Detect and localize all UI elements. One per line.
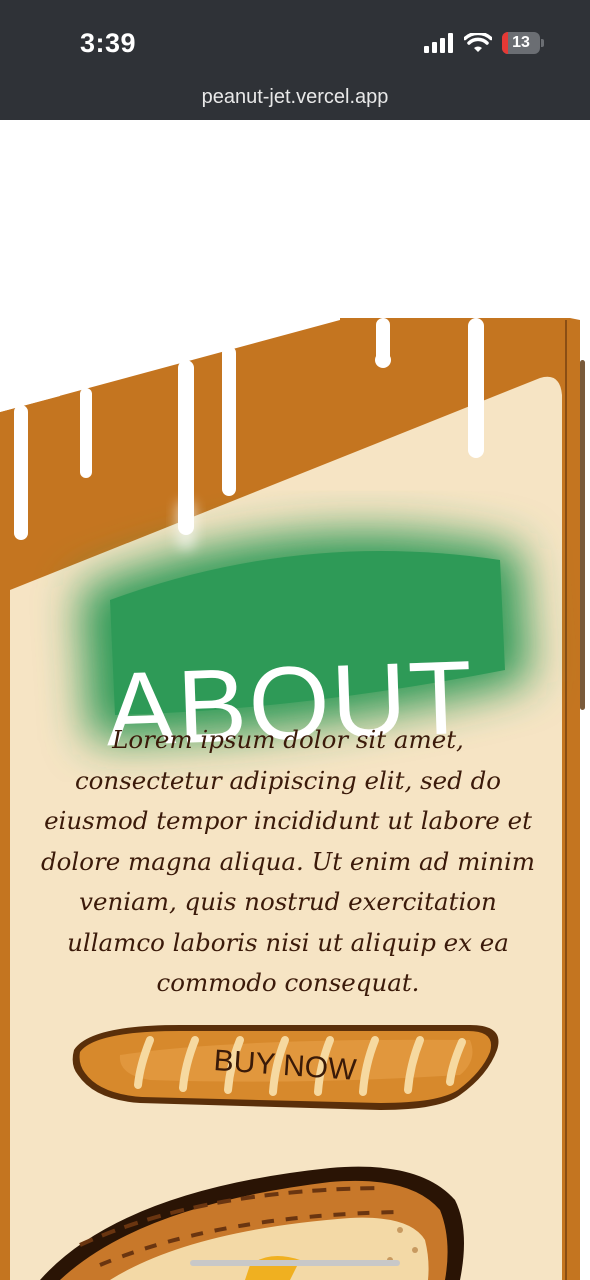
status-bar: 3:39 13 peanut-jet.vercel.app (0, 0, 590, 120)
home-indicator[interactable] (190, 1260, 400, 1266)
scrollbar-thumb[interactable] (580, 360, 585, 710)
url-bar[interactable]: peanut-jet.vercel.app (0, 86, 590, 109)
page-content: ABOUT Lorem ipsum dolor sit amet, consec… (0, 120, 590, 1280)
wifi-icon (464, 33, 492, 52)
battery-icon: 13 (502, 32, 540, 54)
battery-tip (541, 39, 544, 47)
status-icons: 13 (424, 32, 544, 54)
about-description: Lorem ipsum dolor sit amet, consectetur … (40, 725, 536, 997)
buy-now-label: BUY NOW (212, 1044, 358, 1087)
buy-now-button[interactable]: BUY NOW (70, 1025, 500, 1109)
cellular-signal-icon (424, 33, 453, 53)
clock: 3:39 (80, 28, 137, 58)
battery-level: 13 (512, 34, 530, 51)
